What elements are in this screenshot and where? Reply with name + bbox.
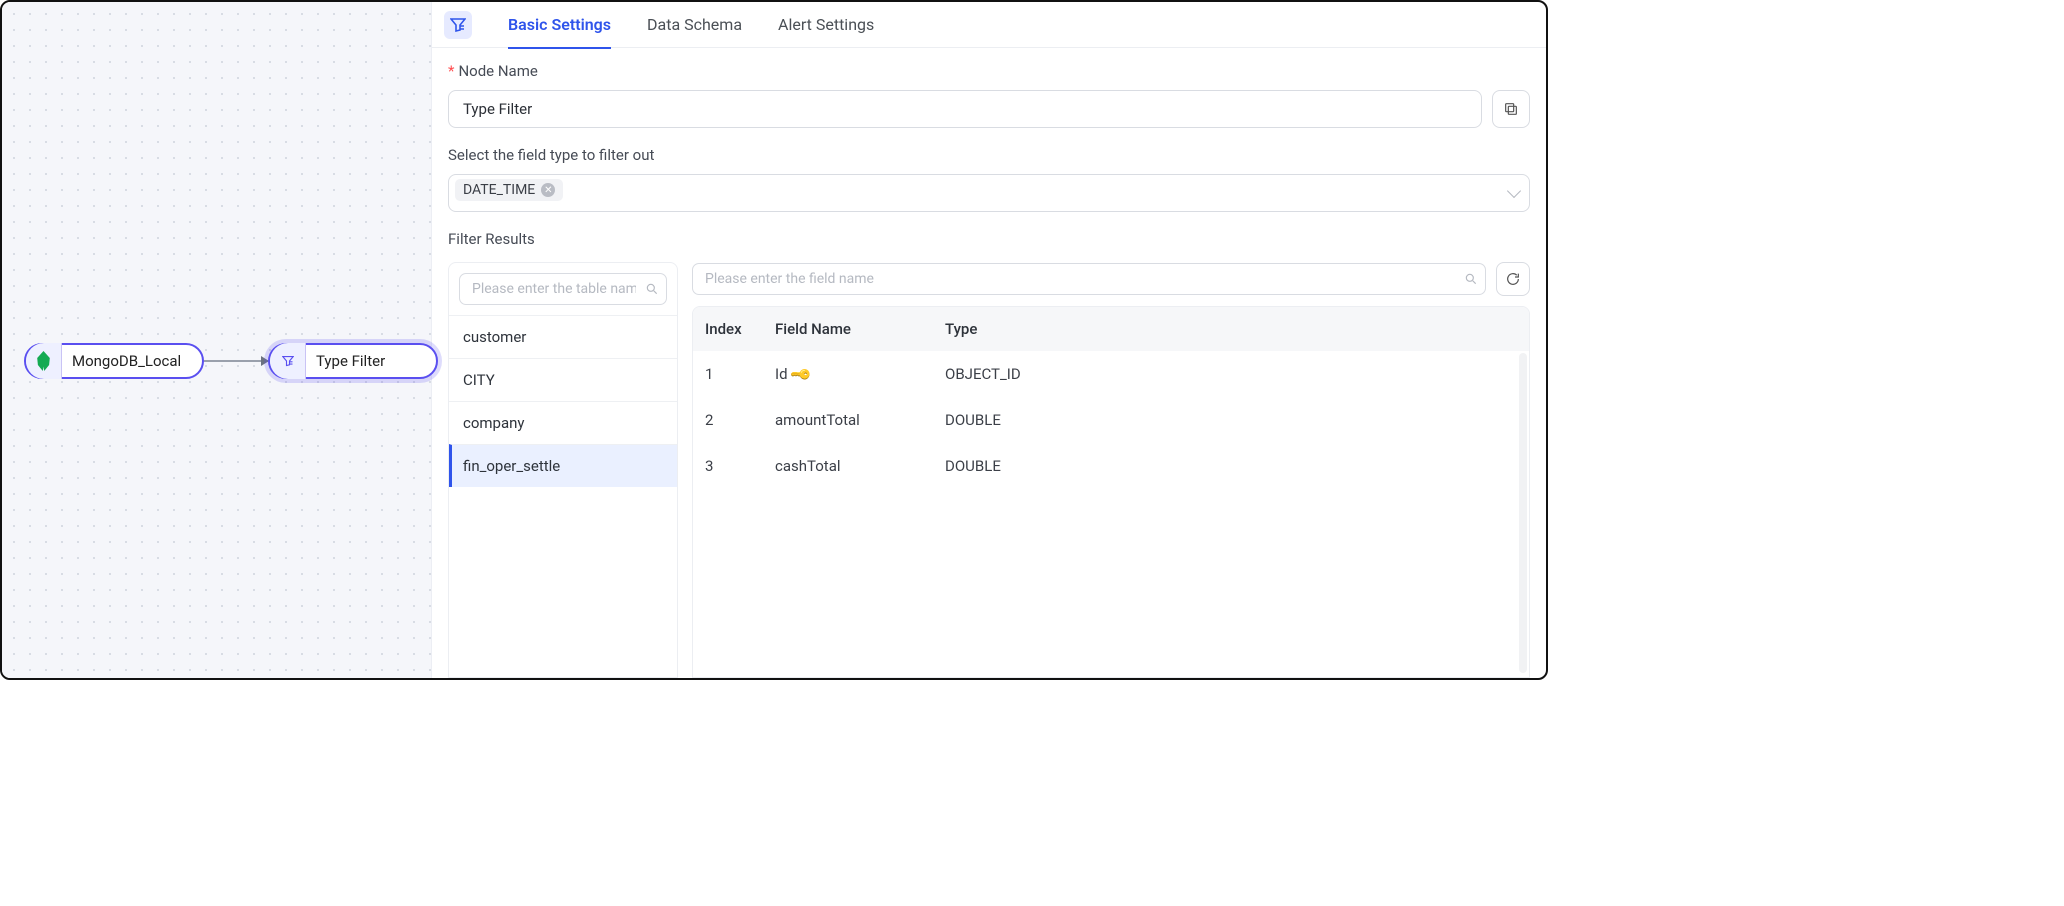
tab-data-schema[interactable]: Data Schema [647,2,742,48]
tables-column: customerCITYcompanyfin_oper_settle [448,262,678,678]
tab-basic-settings[interactable]: Basic Settings [508,2,611,48]
node-name-input[interactable] [448,90,1482,128]
primary-key-icon: 🔑 [788,363,812,387]
cell-field-name: cashTotal [775,457,945,475]
node-type-filter[interactable]: Type Filter [268,343,438,379]
copy-icon [1503,101,1519,117]
cell-field-name: amountTotal [775,411,945,429]
col-header-index: Index [705,320,775,338]
cell-index: 2 [705,411,775,429]
app-root: MongoDB_Local Type Filter Basic Settings… [0,0,1548,680]
table-item[interactable]: customer [449,315,677,358]
col-header-field-name: Field Name [775,320,945,338]
table-item[interactable]: company [449,401,677,444]
fields-grid: Index Field Name Type 1Id🔑OBJECT_ID2amou… [692,306,1530,678]
cell-type: OBJECT_ID [945,365,1517,383]
remove-tag-icon[interactable]: ✕ [541,183,555,197]
table-item[interactable]: CITY [449,358,677,401]
filter-types-label: Select the field type to filter out [448,146,1530,164]
field-search-input[interactable] [692,263,1486,295]
fields-grid-body: 1Id🔑OBJECT_ID2amountTotalDOUBLE3cashTota… [693,351,1529,489]
table-list: customerCITYcompanyfin_oper_settle [449,315,677,677]
filter-icon [270,343,306,379]
fields-grid-header: Index Field Name Type [693,307,1529,351]
form-area: *Node Name Select the field type to filt… [432,48,1546,678]
filter-types-select[interactable]: DATE_TIME ✕ [448,174,1530,212]
copy-node-name-button[interactable] [1492,90,1530,128]
node-name-label: *Node Name [448,62,1530,80]
panel-filter-icon[interactable] [444,11,472,39]
cell-index: 1 [705,365,775,383]
filter-type-tag-label: DATE_TIME [463,182,535,198]
node-mongodb[interactable]: MongoDB_Local [24,343,204,379]
cell-index: 3 [705,457,775,475]
chevron-down-icon [1507,184,1521,198]
cell-field-name: Id🔑 [775,365,945,383]
table-search-input[interactable] [459,273,667,305]
table-item[interactable]: fin_oper_settle [449,444,677,487]
refresh-icon [1505,271,1521,287]
pipeline-canvas[interactable]: MongoDB_Local Type Filter [2,2,432,678]
node-mongodb-label: MongoDB_Local [62,352,195,370]
filter-results: customerCITYcompanyfin_oper_settle [448,262,1530,678]
fields-column: Index Field Name Type 1Id🔑OBJECT_ID2amou… [692,262,1530,678]
refresh-button[interactable] [1496,262,1530,296]
table-row: 3cashTotalDOUBLE [693,443,1529,489]
tabs-bar: Basic Settings Data Schema Alert Setting… [432,2,1546,48]
mongodb-icon [26,343,62,379]
cell-type: DOUBLE [945,411,1517,429]
cell-type: DOUBLE [945,457,1517,475]
node-filter-label: Type Filter [306,352,399,370]
tab-alert-settings[interactable]: Alert Settings [778,2,874,48]
search-icon [1464,272,1478,286]
filter-results-title: Filter Results [448,230,1530,248]
table-row: 2amountTotalDOUBLE [693,397,1529,443]
table-row: 1Id🔑OBJECT_ID [693,351,1529,397]
search-icon [645,282,659,296]
edge-mongodb-to-filter [204,360,268,362]
col-header-type: Type [945,320,1517,338]
settings-panel: Basic Settings Data Schema Alert Setting… [432,2,1546,678]
scrollbar[interactable] [1519,353,1527,673]
filter-type-tag: DATE_TIME ✕ [455,179,563,201]
